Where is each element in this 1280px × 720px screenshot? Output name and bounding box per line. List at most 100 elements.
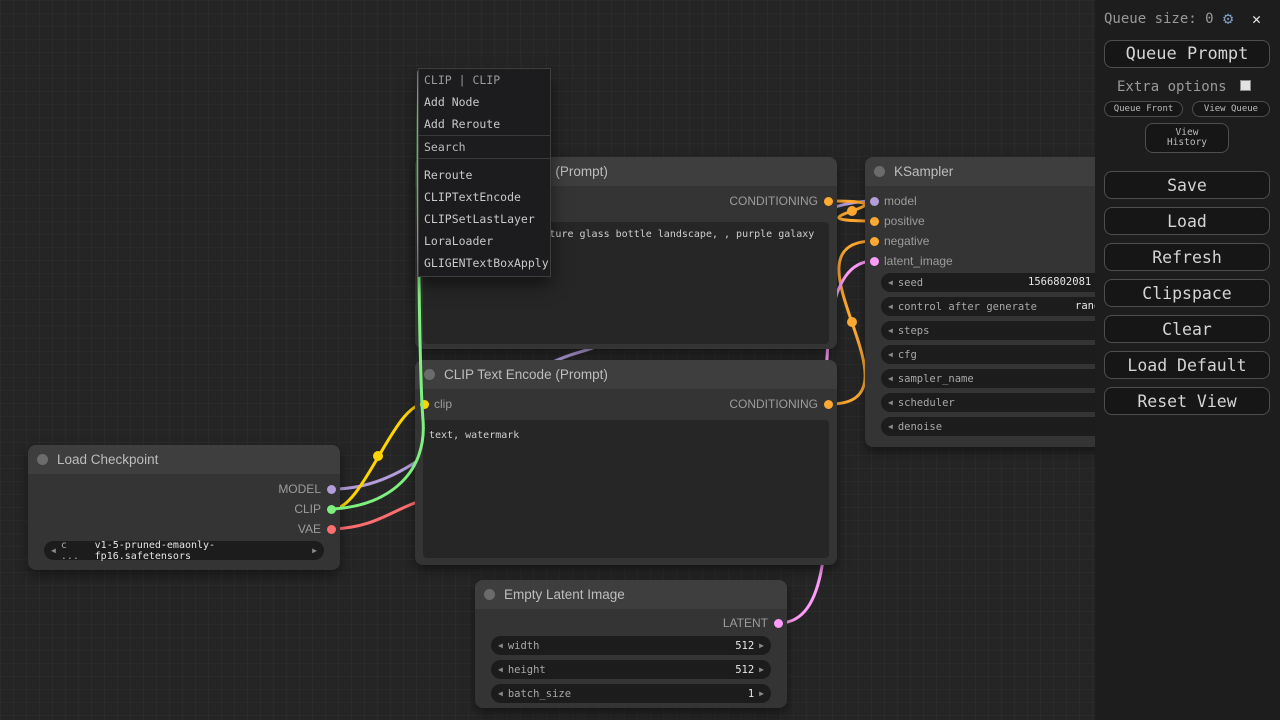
slot-positive-input[interactable] [870, 217, 879, 226]
widget-value: 512 [735, 664, 754, 676]
input-label: model [884, 194, 917, 208]
menu-item-add-node[interactable]: Add Node [419, 91, 550, 113]
collapse-dot[interactable] [424, 369, 435, 380]
close-icon[interactable]: ✕ [1252, 10, 1261, 28]
slot-clip-output[interactable] [327, 505, 336, 514]
widget-value: 1566802081 [1028, 273, 1091, 292]
widget-label: cfg [898, 349, 917, 361]
load-default-label: Load Default [1127, 356, 1246, 375]
menu-item-clipsetlastlayer[interactable]: CLIPSetLastLayer [419, 208, 550, 230]
save-button[interactable]: Save [1104, 171, 1270, 199]
clear-button[interactable]: Clear [1104, 315, 1270, 343]
stepper-right-arrow[interactable]: ▶ [759, 642, 764, 650]
input-label: latent_image [884, 254, 953, 268]
stepper-left-arrow[interactable]: ◀ [888, 327, 893, 335]
slot-model-output[interactable] [327, 485, 336, 494]
stepper-left-arrow[interactable]: ◀ [888, 423, 893, 431]
extra-options-checkbox[interactable] [1240, 80, 1251, 91]
node-load-checkpoint[interactable]: Load Checkpoint MODEL CLIP VAE ◀ c ... v… [28, 445, 340, 570]
ckpt-name-widget[interactable]: ◀ c ... v1-5-pruned-emaonly-fp16.safeten… [44, 541, 324, 560]
clipspace-label: Clipspace [1142, 284, 1231, 303]
menu-item-loraloader[interactable]: LoraLoader [419, 230, 550, 252]
stepper-left-arrow[interactable]: ◀ [888, 279, 893, 287]
stepper-right-arrow[interactable]: ▶ [759, 666, 764, 674]
widget-label: control after generate [898, 301, 1037, 313]
widget-value: 512 [735, 640, 754, 652]
queue-front-label: Queue Front [1114, 104, 1174, 114]
input-row-latent-image: latent_image [865, 251, 953, 271]
reset-view-button[interactable]: Reset View [1104, 387, 1270, 415]
widget-label: width [508, 640, 540, 652]
output-row-conditioning: CONDITIONING [729, 191, 837, 211]
output-row-vae: VAE [298, 519, 340, 539]
collapse-dot[interactable] [484, 589, 495, 600]
queue-front-button[interactable]: Queue Front [1104, 101, 1183, 117]
menu-item-add-reroute[interactable]: Add Reroute [419, 113, 550, 135]
widget-label: scheduler [898, 397, 955, 409]
batch-size-widget[interactable]: ◀ batch_size 1 ▶ [491, 684, 771, 703]
queue-prompt-label: Queue Prompt [1126, 44, 1249, 64]
prompt-textarea[interactable]: text, watermark [423, 420, 829, 558]
wire-clip [333, 404, 424, 509]
widget-label: batch_size [508, 688, 571, 700]
stepper-left-arrow[interactable]: ◀ [888, 351, 893, 359]
queue-size-label: Queue size: 0 [1104, 11, 1214, 27]
output-label: LATENT [723, 616, 768, 630]
output-row-clip: CLIP [294, 499, 340, 519]
extra-options-label: Extra options [1117, 79, 1227, 95]
slot-conditioning-output[interactable] [824, 197, 833, 206]
stepper-right-arrow[interactable]: ▶ [759, 690, 764, 698]
output-label: MODEL [278, 482, 321, 496]
view-queue-label: View Queue [1204, 104, 1258, 114]
stepper-left-arrow[interactable]: ◀ [498, 642, 503, 650]
wire-dot-conditioning-negative [847, 317, 857, 327]
menu-item-reroute[interactable]: Reroute [419, 164, 550, 186]
context-menu-header: CLIP | CLIP [419, 69, 550, 91]
combo-left-arrow[interactable]: ◀ [888, 399, 893, 407]
output-row-model: MODEL [278, 479, 340, 499]
node-empty-latent-image[interactable]: Empty Latent Image LATENT ◀ width 512 ▶ … [475, 580, 787, 708]
menu-item-cliptextencode[interactable]: CLIPTextEncode [419, 186, 550, 208]
combo-left-arrow[interactable]: ◀ [888, 303, 893, 311]
refresh-button[interactable]: Refresh [1104, 243, 1270, 271]
output-row-latent: LATENT [723, 613, 787, 633]
widget-label: c ... [61, 540, 90, 562]
node-clip-text-encode-negative[interactable]: CLIP Text Encode (Prompt) clip CONDITION… [415, 360, 837, 565]
refresh-label: Refresh [1152, 248, 1222, 267]
load-button[interactable]: Load [1104, 207, 1270, 235]
width-widget[interactable]: ◀ width 512 ▶ [491, 636, 771, 655]
view-queue-button[interactable]: View Queue [1192, 101, 1270, 117]
combo-left-arrow[interactable]: ◀ [888, 375, 893, 383]
queue-prompt-button[interactable]: Queue Prompt [1104, 40, 1270, 68]
menu-item-gligentextboxapply[interactable]: GLIGENTextBoxApply [419, 252, 550, 274]
settings-gear-icon[interactable]: ⚙ [1223, 9, 1233, 29]
node-title-bar: Load Checkpoint [28, 445, 340, 474]
clipspace-button[interactable]: Clipspace [1104, 279, 1270, 307]
stepper-left-arrow[interactable]: ◀ [498, 666, 503, 674]
wire-dot-clip [373, 451, 383, 461]
output-label: CONDITIONING [729, 194, 818, 208]
combo-left-arrow[interactable]: ◀ [51, 547, 56, 555]
slot-vae-output[interactable] [327, 525, 336, 534]
slot-model-input[interactable] [870, 197, 879, 206]
output-label: VAE [298, 522, 321, 536]
slot-clip-input[interactable] [420, 400, 429, 409]
output-label: CLIP [294, 502, 321, 516]
menu-search-input[interactable]: Search [419, 135, 550, 159]
view-history-button[interactable]: View History [1145, 123, 1229, 153]
slot-latent-output[interactable] [774, 619, 783, 628]
slot-negative-input[interactable] [870, 237, 879, 246]
slot-conditioning-output[interactable] [824, 400, 833, 409]
input-label: positive [884, 214, 925, 228]
clear-label: Clear [1162, 320, 1212, 339]
stepper-left-arrow[interactable]: ◀ [498, 690, 503, 698]
height-widget[interactable]: ◀ height 512 ▶ [491, 660, 771, 679]
load-label: Load [1167, 212, 1207, 231]
widget-label: sampler_name [898, 373, 974, 385]
slot-latent-image-input[interactable] [870, 257, 879, 266]
collapse-dot[interactable] [37, 454, 48, 465]
collapse-dot[interactable] [874, 166, 885, 177]
load-default-button[interactable]: Load Default [1104, 351, 1270, 379]
node-canvas[interactable]: Load Checkpoint MODEL CLIP VAE ◀ c ... v… [0, 0, 1280, 720]
combo-right-arrow[interactable]: ▶ [312, 547, 317, 555]
